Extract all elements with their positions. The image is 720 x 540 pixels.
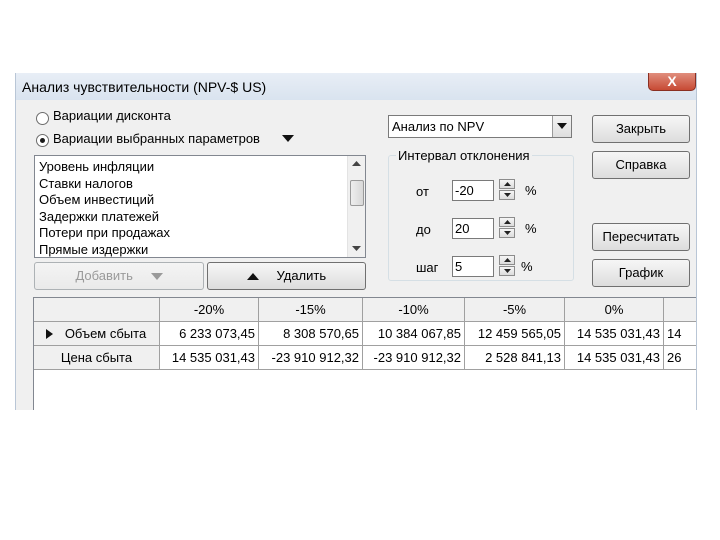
from-value: -20 <box>455 183 474 198</box>
results-grid[interactable]: -20% -15% -10% -5% 0% Объем сбыта 6 233 … <box>33 297 696 410</box>
params-dropdown-icon[interactable] <box>282 135 294 143</box>
add-dropdown-icon <box>150 273 163 281</box>
table-cell[interactable]: 14 535 031,43 <box>160 346 259 370</box>
scroll-up-icon[interactable] <box>352 161 361 166</box>
analysis-type-select[interactable]: Анализ по NPV <box>388 115 572 138</box>
to-percent: % <box>525 221 537 236</box>
sensitivity-analysis-window: Анализ чувствительности (NPV-$ US) X Вар… <box>15 73 697 410</box>
table-cell[interactable]: 10 384 067,85 <box>363 322 465 346</box>
spin-down-icon <box>504 231 511 235</box>
delete-button[interactable]: Удалить <box>207 262 366 290</box>
current-row-indicator-icon <box>46 329 53 339</box>
column-header[interactable]: -15% <box>259 298 363 322</box>
table-cell[interactable]: 14 <box>664 322 696 346</box>
step-percent: % <box>521 259 533 274</box>
up-arrow-icon <box>246 273 259 281</box>
scroll-thumb[interactable] <box>350 180 364 206</box>
table-cell[interactable]: 12 459 565,05 <box>465 322 565 346</box>
column-header[interactable]: -10% <box>363 298 465 322</box>
to-value: 20 <box>455 221 470 236</box>
list-item[interactable]: Уровень инфляции <box>39 159 170 176</box>
window-title: Анализ чувствительности (NPV-$ US) <box>22 79 267 95</box>
list-scrollbar[interactable] <box>347 156 365 257</box>
from-label: от <box>416 184 429 199</box>
spin-down-button[interactable] <box>499 266 515 276</box>
list-item[interactable]: Объем инвестиций <box>39 192 170 209</box>
table-cell[interactable]: -23 910 912,32 <box>363 346 465 370</box>
spin-up-button[interactable] <box>499 179 515 189</box>
to-input[interactable]: 20 <box>452 218 494 239</box>
column-header[interactable]: -20% <box>160 298 259 322</box>
radio-discount-label: Вариации дисконта <box>53 108 171 123</box>
spin-down-icon <box>504 193 511 197</box>
chevron-down-icon <box>557 123 567 129</box>
table-cell[interactable]: 26 <box>664 346 696 370</box>
table-cell[interactable]: -23 910 912,32 <box>259 346 363 370</box>
spin-up-icon <box>504 258 511 262</box>
list-item[interactable]: Задержки платежей <box>39 209 170 226</box>
delete-button-label: Удалить <box>276 268 327 283</box>
table-cell[interactable]: 2 528 841,13 <box>465 346 565 370</box>
spin-up-icon <box>504 182 511 186</box>
list-item[interactable]: Прямые издержки <box>39 242 170 258</box>
row-label: Цена сбыта <box>60 350 133 365</box>
add-button-label: Добавить <box>75 268 133 283</box>
table-row-header[interactable]: Объем сбыта <box>34 322 160 346</box>
column-header[interactable]: -5% <box>465 298 565 322</box>
scroll-down-icon[interactable] <box>352 246 361 251</box>
table-cell[interactable]: 14 535 031,43 <box>565 322 664 346</box>
table-cell[interactable]: 14 535 031,43 <box>565 346 664 370</box>
spin-up-icon <box>504 220 511 224</box>
from-spinner[interactable] <box>499 179 515 200</box>
table-cell[interactable]: 6 233 073,45 <box>160 322 259 346</box>
step-spinner[interactable] <box>499 255 515 276</box>
title-bar[interactable]: Анализ чувствительности (NPV-$ US) X <box>16 73 696 100</box>
window-close-button[interactable]: X <box>648 73 696 91</box>
to-label: до <box>416 222 431 237</box>
from-input[interactable]: -20 <box>452 180 494 201</box>
spin-up-button[interactable] <box>499 217 515 227</box>
graph-button[interactable]: График <box>592 259 690 287</box>
table-cell[interactable]: 8 308 570,65 <box>259 322 363 346</box>
from-percent: % <box>525 183 537 198</box>
to-spinner[interactable] <box>499 217 515 238</box>
list-item[interactable]: Потери при продажах <box>39 225 170 242</box>
spin-down-button[interactable] <box>499 190 515 200</box>
close-button[interactable]: Закрыть <box>592 115 690 143</box>
spin-up-button[interactable] <box>499 255 515 265</box>
table-row-header[interactable]: Цена сбыта <box>34 346 160 370</box>
list-item[interactable]: Ставки налогов <box>39 176 170 193</box>
recalculate-button[interactable]: Пересчитать <box>592 223 690 251</box>
radio-params-variation[interactable] <box>36 134 49 147</box>
combo-dropdown-button[interactable] <box>552 116 571 137</box>
row-label: Объем сбыта <box>64 326 147 341</box>
spin-down-icon <box>504 269 511 273</box>
parameters-listbox[interactable]: Уровень инфляции Ставки налогов Объем ин… <box>34 155 366 258</box>
radio-discount-variation[interactable] <box>36 112 49 125</box>
column-header[interactable] <box>664 298 696 322</box>
step-value: 5 <box>455 259 463 274</box>
step-input[interactable]: 5 <box>452 256 494 277</box>
help-button[interactable]: Справка <box>592 151 690 179</box>
analysis-type-value: Анализ по NPV <box>392 119 485 134</box>
interval-title: Интервал отклонения <box>396 148 532 163</box>
add-button[interactable]: Добавить <box>34 262 204 290</box>
grid-corner-cell <box>34 298 160 322</box>
step-label: шаг <box>416 260 439 275</box>
spin-down-button[interactable] <box>499 228 515 238</box>
column-header[interactable]: 0% <box>565 298 664 322</box>
radio-params-label: Вариации выбранных параметров <box>53 131 260 146</box>
